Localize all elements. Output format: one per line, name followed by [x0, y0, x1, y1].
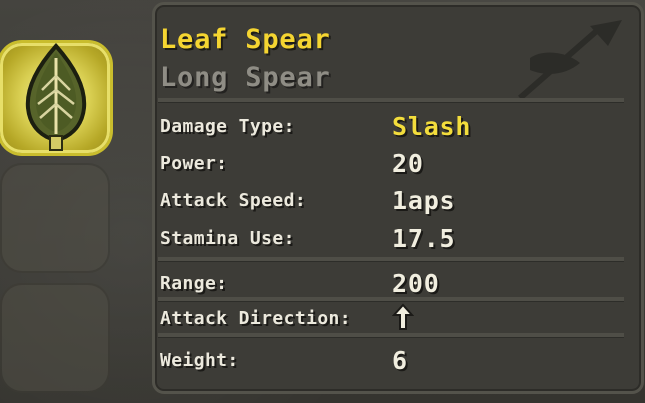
stat-label: Stamina Use: [160, 228, 295, 249]
divider [158, 98, 624, 102]
stat-value: 20 [392, 149, 424, 178]
inventory-slot[interactable] [0, 163, 110, 273]
stat-value: 200 [392, 269, 440, 298]
up-arrow-icon [392, 303, 414, 330]
stat-value: Slash [392, 112, 472, 141]
item-type: Long Spear [160, 62, 331, 93]
stat-row-stamina-use: Stamina Use: 17.5 [160, 224, 630, 256]
stat-row-weight: Weight: 6 [160, 346, 630, 378]
stat-value: 1aps [392, 186, 456, 215]
leaf-spear-icon [25, 42, 87, 151]
stat-label: Power: [160, 153, 228, 174]
inventory-slot[interactable] [0, 283, 110, 393]
divider [158, 257, 624, 261]
spear-watermark-icon [518, 20, 622, 101]
divider [158, 333, 624, 337]
stat-label: Weight: [160, 350, 239, 371]
stat-row-attack-speed: Attack Speed: 1aps [160, 186, 630, 218]
stat-label: Range: [160, 273, 228, 294]
stat-label: Attack Speed: [160, 190, 307, 211]
stat-label: Damage Type: [160, 116, 295, 137]
stat-value: 6 [392, 346, 408, 375]
stat-row-power: Power: 20 [160, 149, 630, 181]
stat-row-damage-type: Damage Type: Slash [160, 112, 630, 144]
stat-value: 17.5 [392, 224, 456, 253]
divider [158, 297, 624, 301]
stat-label: Attack Direction: [160, 308, 352, 329]
item-name: Leaf Spear [160, 24, 331, 55]
